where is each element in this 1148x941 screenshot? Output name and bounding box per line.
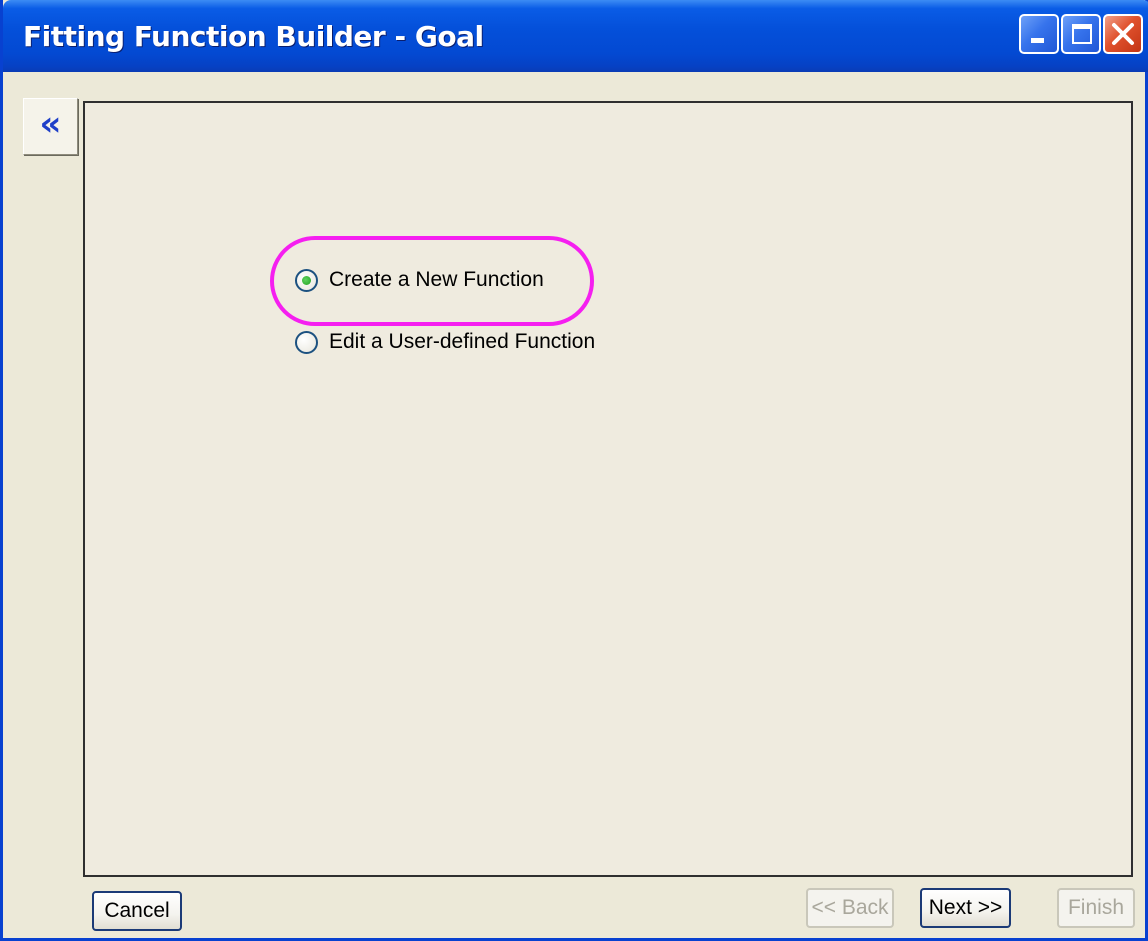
maximize-icon xyxy=(1072,24,1092,44)
minimize-button[interactable] xyxy=(1019,14,1059,54)
option-edit-user-defined-function[interactable]: Edit a User-defined Function xyxy=(295,330,595,354)
finish-button[interactable]: Finish xyxy=(1057,888,1135,928)
collapse-panel-button[interactable]: « xyxy=(23,98,78,155)
radio-button-selected[interactable] xyxy=(295,268,318,292)
maximize-button[interactable] xyxy=(1061,14,1101,54)
close-icon xyxy=(1112,23,1134,45)
goal-content-panel xyxy=(83,101,1133,877)
minimize-icon xyxy=(1031,38,1044,43)
back-button[interactable]: << Back xyxy=(806,888,894,928)
close-button[interactable] xyxy=(1103,14,1143,54)
title-bar[interactable]: Fitting Function Builder - Goal xyxy=(3,0,1148,72)
cancel-button[interactable]: Cancel xyxy=(92,891,182,931)
next-button[interactable]: Next >> xyxy=(920,888,1011,928)
option-label: Create a New Function xyxy=(329,268,544,291)
option-label: Edit a User-defined Function xyxy=(329,330,596,353)
window-title: Fitting Function Builder - Goal xyxy=(23,20,484,53)
chevron-double-left-icon: « xyxy=(39,104,62,144)
fitting-function-builder-window: Fitting Function Builder - Goal « Create… xyxy=(0,0,1148,941)
radio-button[interactable] xyxy=(295,330,318,354)
option-create-new-function[interactable]: Create a New Function xyxy=(295,268,544,292)
